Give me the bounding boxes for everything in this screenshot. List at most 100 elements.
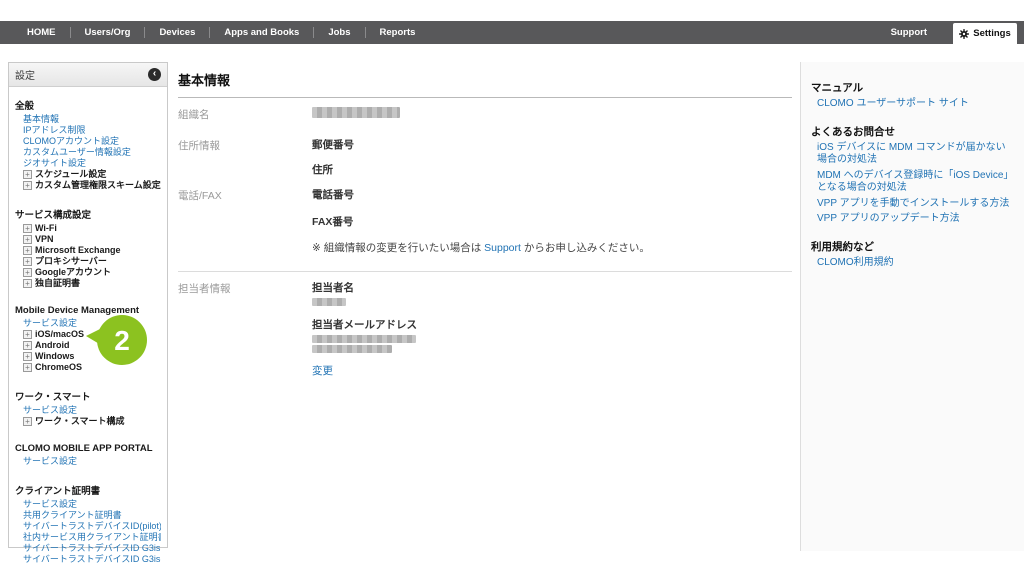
expand-icon[interactable]: + xyxy=(23,268,32,277)
sidebar-section: ワーク・スマートサービス設定+ワーク・スマート構成 xyxy=(15,389,161,427)
sidebar-item-link[interactable]: CLOMOアカウント設定 xyxy=(15,136,161,147)
sidebar-item-label: サイバートラストデバイスID G3is(... xyxy=(23,554,161,565)
expand-icon[interactable]: + xyxy=(23,235,32,244)
sidebar-item-link[interactable]: サイバートラストデバイスID(pilot)... xyxy=(15,521,161,532)
sidebar-section-heading: Mobile Device Management xyxy=(15,305,161,316)
expand-icon[interactable]: + xyxy=(23,352,32,361)
sidebar-item-expandable[interactable]: +カスタム管理権限スキーム設定 xyxy=(15,180,161,191)
help-link[interactable]: iOS デバイスに MDM コマンドが届かない場合の対処法 xyxy=(811,142,1014,167)
sidebar-item-link[interactable]: サイバートラストデバイスID G3is(... xyxy=(15,554,161,565)
help-group: マニュアル CLOMO ユーザーサポート サイト xyxy=(811,80,1014,111)
sidebar-section: Mobile Device Managementサービス設定+iOS/macOS… xyxy=(15,305,161,373)
sidebar-item-expandable[interactable]: +Microsoft Exchange xyxy=(15,245,161,256)
phone-fax-row: 電話/FAX 電話番号 FAX番号 ※ 組織情報の変更を行いたい場合は Supp… xyxy=(178,187,792,255)
sidebar-item-link[interactable]: カスタムユーザー情報設定 xyxy=(15,147,161,158)
nav-item-reports[interactable]: Reports xyxy=(366,27,430,38)
sidebar-sections: 全般基本情報IPアドレス制限CLOMOアカウント設定カスタムユーザー情報設定ジオ… xyxy=(9,87,167,565)
expand-icon[interactable]: + xyxy=(23,224,32,233)
sidebar-item-link[interactable]: 社内サービス用クライアント証明書 xyxy=(15,532,161,543)
change-link[interactable]: 変更 xyxy=(312,363,792,378)
sidebar-item-link[interactable]: サービス設定 xyxy=(15,456,161,467)
nav-item-apps-and-books[interactable]: Apps and Books xyxy=(210,27,313,38)
address-label: 住所情報 xyxy=(178,137,312,177)
sidebar-section: サービス構成設定+Wi-Fi+VPN+Microsoft Exchange+プロ… xyxy=(15,207,161,289)
sidebar-item-expandable[interactable]: +Googleアカウント xyxy=(15,267,161,278)
help-link[interactable]: CLOMO利用規約 xyxy=(811,257,1014,270)
sidebar-item-label: スケジュール設定 xyxy=(35,169,106,180)
contact-name-label: 担当者名 xyxy=(312,280,792,295)
help-group-heading: マニュアル xyxy=(811,80,1014,95)
sidebar-item-label: 社内サービス用クライアント証明書 xyxy=(23,532,161,543)
sidebar-section-heading: 全般 xyxy=(15,98,161,112)
expand-icon[interactable]: + xyxy=(23,279,32,288)
sidebar-item-link[interactable]: サービス設定 xyxy=(15,499,161,510)
redacted-contact-email-line2 xyxy=(312,345,392,353)
sidebar-section: クライアント証明書サービス設定共用クライアント証明書サイバートラストデバイスID… xyxy=(15,483,161,565)
collapse-sidebar-button[interactable]: ‹ xyxy=(148,68,161,81)
sidebar-item-label: ジオサイト設定 xyxy=(23,158,86,169)
sidebar-item-expandable[interactable]: +プロキシサーバー xyxy=(15,256,161,267)
sidebar-item-expandable[interactable]: +スケジュール設定 xyxy=(15,169,161,180)
expand-icon[interactable]: + xyxy=(23,330,32,339)
sidebar-item-label: サービス設定 xyxy=(23,318,77,329)
sidebar-item-label: iOS/macOS xyxy=(35,329,84,340)
expand-icon[interactable]: + xyxy=(23,417,32,426)
sidebar-item-link[interactable]: サービス設定 xyxy=(15,405,161,416)
sidebar-header: 設定 ‹ xyxy=(9,63,167,87)
help-link[interactable]: VPP アプリを手動でインストールする方法 xyxy=(811,198,1014,211)
sidebar-item-expandable[interactable]: +Android xyxy=(15,340,161,351)
gear-icon xyxy=(959,29,969,39)
settings-sidebar: 設定 ‹ 全般基本情報IPアドレス制限CLOMOアカウント設定カスタムユーザー情… xyxy=(8,62,168,548)
expand-icon[interactable]: + xyxy=(23,170,32,179)
expand-icon[interactable]: + xyxy=(23,181,32,190)
sidebar-item-label: サービス設定 xyxy=(23,499,77,510)
support-link[interactable]: Support xyxy=(484,242,521,254)
nav-item-users-org[interactable]: Users/Org xyxy=(71,27,145,38)
settings-tab[interactable]: Settings xyxy=(953,23,1017,44)
expand-icon[interactable]: + xyxy=(23,246,32,255)
sidebar-item-expandable[interactable]: +ワーク・スマート構成 xyxy=(15,416,161,427)
sidebar-item-expandable[interactable]: +Windows xyxy=(15,351,161,362)
sidebar-item-expandable[interactable]: +iOS/macOS xyxy=(15,329,161,340)
help-group-heading: よくあるお問合せ xyxy=(811,124,1014,139)
expand-icon[interactable]: + xyxy=(23,341,32,350)
section-divider xyxy=(178,271,792,272)
sidebar-item-expandable[interactable]: +独自証明書 xyxy=(15,278,161,289)
sidebar-item-link[interactable]: IPアドレス制限 xyxy=(15,125,161,136)
sidebar-item-link[interactable]: サイバートラストデバイスID G3is... xyxy=(15,543,161,554)
sidebar-item-label: IPアドレス制限 xyxy=(23,125,86,136)
contact-email-label: 担当者メールアドレス xyxy=(312,317,792,332)
sidebar-item-link[interactable]: 基本情報 xyxy=(15,114,161,125)
help-link[interactable]: MDM へのデバイス登録時に「iOS Device」となる場合の対処法 xyxy=(811,170,1014,195)
address-row: 住所情報 郵便番号 住所 xyxy=(178,137,792,177)
redacted-contact-name xyxy=(312,298,346,306)
main-content: 基本情報 組織名 住所情報 郵便番号 住所 電話/FAX 電話番号 FAX番号 … xyxy=(178,64,792,378)
nav-item-jobs[interactable]: Jobs xyxy=(314,27,364,38)
sidebar-item-expandable[interactable]: +VPN xyxy=(15,234,161,245)
fax-number-label: FAX番号 xyxy=(312,214,792,229)
help-link[interactable]: CLOMO ユーザーサポート サイト xyxy=(811,98,1014,111)
expand-icon[interactable]: + xyxy=(23,363,32,372)
sidebar-item-label: 独自証明書 xyxy=(35,278,80,289)
sidebar-item-link[interactable]: サービス設定 xyxy=(15,318,161,329)
contact-row: 担当者情報 担当者名 担当者メールアドレス 変更 xyxy=(178,280,792,378)
sidebar-item-label: CLOMOアカウント設定 xyxy=(23,136,119,147)
sidebar-item-label: カスタムユーザー情報設定 xyxy=(23,147,131,158)
sidebar-item-label: サービス設定 xyxy=(23,405,77,416)
sidebar-item-expandable[interactable]: +Wi-Fi xyxy=(15,223,161,234)
expand-icon[interactable]: + xyxy=(23,257,32,266)
sidebar-item-label: Wi-Fi xyxy=(35,223,57,234)
sidebar-item-expandable[interactable]: +ChromeOS xyxy=(15,362,161,373)
sidebar-section: 全般基本情報IPアドレス制限CLOMOアカウント設定カスタムユーザー情報設定ジオ… xyxy=(15,98,161,191)
nav-item-home[interactable]: HOME xyxy=(13,27,70,38)
sidebar-title: 設定 xyxy=(15,67,35,82)
nav-item-devices[interactable]: Devices xyxy=(145,27,209,38)
support-button[interactable]: Support xyxy=(891,27,927,38)
sidebar-item-label: Android xyxy=(35,340,70,351)
sidebar-item-label: 基本情報 xyxy=(23,114,59,125)
sidebar-item-link[interactable]: 共用クライアント証明書 xyxy=(15,510,161,521)
help-link[interactable]: VPP アプリのアップデート方法 xyxy=(811,213,1014,226)
sidebar-item-link[interactable]: ジオサイト設定 xyxy=(15,158,161,169)
help-group: 利用規約などCLOMO利用規約 xyxy=(811,239,1014,270)
org-name-label: 組織名 xyxy=(178,106,312,122)
